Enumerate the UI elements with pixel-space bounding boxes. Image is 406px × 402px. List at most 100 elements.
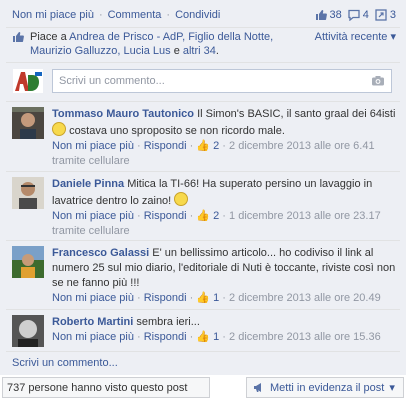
comment-likes-count: 2 [213, 140, 220, 152]
likes-summary: Piace a Andrea de Prisco - AdP, Figlio d… [12, 30, 396, 60]
comment-composer: Scrivi un commento... [12, 68, 392, 94]
adp-logo-icon [13, 69, 43, 93]
comment-source: tramite cellulare [52, 155, 130, 167]
comment-timestamp[interactable]: 1 dicembre 2013 alle ore 23.17 [229, 210, 381, 222]
likes-count-stat[interactable]: 38 [315, 9, 342, 21]
comment-input[interactable]: Scrivi un commento... [52, 69, 392, 93]
separator: · [137, 140, 141, 152]
comment-body: Francesco Galassi E' un bellissimo artic… [52, 246, 396, 306]
reply-link[interactable]: Rispondi [144, 140, 187, 152]
unlike-link[interactable]: Non mi piace più [52, 210, 134, 222]
comment-likes-count: 1 [213, 331, 220, 343]
divider [6, 351, 400, 352]
comment-author[interactable]: Roberto Martini [52, 316, 133, 328]
avatar[interactable] [12, 177, 44, 209]
likes-others-link[interactable]: altri 34 [183, 45, 216, 57]
separator: · [189, 292, 194, 304]
comment-likes[interactable]: 👍 1 [196, 331, 219, 343]
separator: · [137, 331, 141, 343]
comment-author[interactable]: Tommaso Mauro Tautonico [52, 108, 194, 120]
unlike-link[interactable]: Non mi piace più [52, 140, 134, 152]
separator: · [222, 292, 226, 304]
comments-count: 4 [362, 9, 369, 21]
avatar[interactable] [12, 246, 44, 278]
comment-link[interactable]: Commenta [108, 9, 162, 21]
reply-link[interactable]: Rispondi [144, 292, 187, 304]
divider [6, 240, 400, 241]
comment-author[interactable]: Francesco Galassi [52, 247, 149, 259]
likers-names[interactable]: Andrea de Prisco - AdP, Figlio della Not… [30, 31, 273, 57]
avatar[interactable] [12, 315, 44, 347]
comment-likes[interactable]: 👍 2 [196, 140, 219, 152]
shares-count-stat[interactable]: 3 [375, 9, 396, 21]
comment-meta: Non mi piace più · Rispondi · 👍 2 · 2 di… [52, 139, 396, 169]
comments-count-stat[interactable]: 4 [348, 9, 369, 21]
separator: · [222, 210, 226, 222]
comment-input-placeholder: Scrivi un commento... [59, 75, 165, 87]
recent-activity-label: Attività recente [314, 31, 388, 43]
separator: · [189, 331, 194, 343]
likes-count: 38 [329, 9, 342, 21]
share-icon [375, 9, 387, 21]
separator: · [189, 140, 194, 152]
camera-icon[interactable] [371, 75, 385, 86]
recent-activity-dropdown[interactable]: Attività recente ▾ [315, 30, 396, 60]
post-actions-bar: Non mi piace più · Commenta · Condividi … [12, 6, 396, 24]
comment-item: Roberto Martini sembra ieri... Non mi pi… [12, 315, 396, 347]
comment-meta: Non mi piace più · Rispondi · 👍 1 · 2 di… [52, 291, 396, 306]
chevron-down-icon: ▾ [389, 382, 395, 394]
comment-timestamp[interactable]: 2 dicembre 2013 alle ore 6.41 [229, 140, 375, 152]
comment-item: Daniele Pinna Mitica la TI-66! Ha supera… [12, 177, 396, 239]
unlike-link[interactable]: Non mi piace più [52, 331, 134, 343]
comment-likes[interactable]: 👍 2 [196, 210, 219, 222]
comment-author[interactable]: Daniele Pinna [52, 178, 124, 190]
comment-timestamp[interactable]: 2 dicembre 2013 alle ore 20.49 [229, 292, 381, 304]
comment-text: sembra ieri... [136, 316, 200, 328]
thumbs-up-icon: 👍 [196, 140, 211, 152]
chevron-down-icon: ▾ [390, 31, 396, 43]
reply-link[interactable]: Rispondi [144, 331, 187, 343]
divider [6, 101, 400, 102]
megaphone-icon [254, 383, 261, 392]
avatar[interactable] [12, 107, 44, 139]
reply-link[interactable]: Rispondi [144, 210, 187, 222]
divider [6, 62, 400, 63]
divider [6, 27, 400, 28]
comment-meta: Non mi piace più · Rispondi · 👍 2 · 1 di… [52, 209, 396, 239]
thumbs-up-icon: 👍 [196, 331, 211, 343]
separator: · [98, 9, 103, 21]
comment-timestamp[interactable]: 2 dicembre 2013 alle ore 15.36 [229, 331, 381, 343]
separator: · [222, 331, 226, 343]
comment-body: Tommaso Mauro Tautonico Il Simon's BASIC… [52, 107, 396, 169]
likes-prefix: Piace a [30, 31, 67, 43]
comment-likes-count: 1 [213, 292, 220, 304]
divider [6, 171, 400, 172]
comment-meta: Non mi piace più · Rispondi · 👍 1 · 2 di… [52, 330, 396, 345]
seen-count-box: 737 persone hanno visto questo post [2, 377, 210, 398]
comment-source: tramite cellulare [52, 225, 130, 237]
comment-item: Francesco Galassi E' un bellissimo artic… [12, 246, 396, 306]
unlike-link[interactable]: Non mi piace più [52, 292, 134, 304]
divider [6, 309, 400, 310]
shares-count: 3 [389, 9, 396, 21]
share-link[interactable]: Condividi [175, 9, 220, 21]
separator: · [137, 292, 141, 304]
comment-bubble-icon [348, 9, 360, 21]
post-feedback-panel: Non mi piace più · Commenta · Condividi … [0, 0, 406, 375]
likes-suffix: . [215, 45, 219, 57]
comment-likes[interactable]: 👍 1 [196, 292, 219, 304]
separator: · [222, 140, 226, 152]
likes-conjunction: e [173, 45, 180, 57]
smiley-icon [174, 192, 189, 206]
comment-text: costava uno sproposito se non ricordo ma… [69, 125, 285, 137]
avatar [12, 68, 44, 94]
promote-post-button[interactable]: Metti in evidenza il post ▾ [246, 377, 404, 398]
thumbs-up-icon: 👍 [196, 210, 211, 222]
unlike-link[interactable]: Non mi piace più [12, 9, 94, 21]
smiley-icon [52, 122, 66, 136]
separator: · [189, 210, 194, 222]
post-footer: 737 persone hanno visto questo post Mett… [0, 375, 406, 402]
write-comment-link[interactable]: Scrivi un commento... [12, 357, 118, 369]
comment-body: Daniele Pinna Mitica la TI-66! Ha supera… [52, 177, 396, 239]
likes-summary-text: Piace a Andrea de Prisco - AdP, Figlio d… [30, 30, 310, 60]
